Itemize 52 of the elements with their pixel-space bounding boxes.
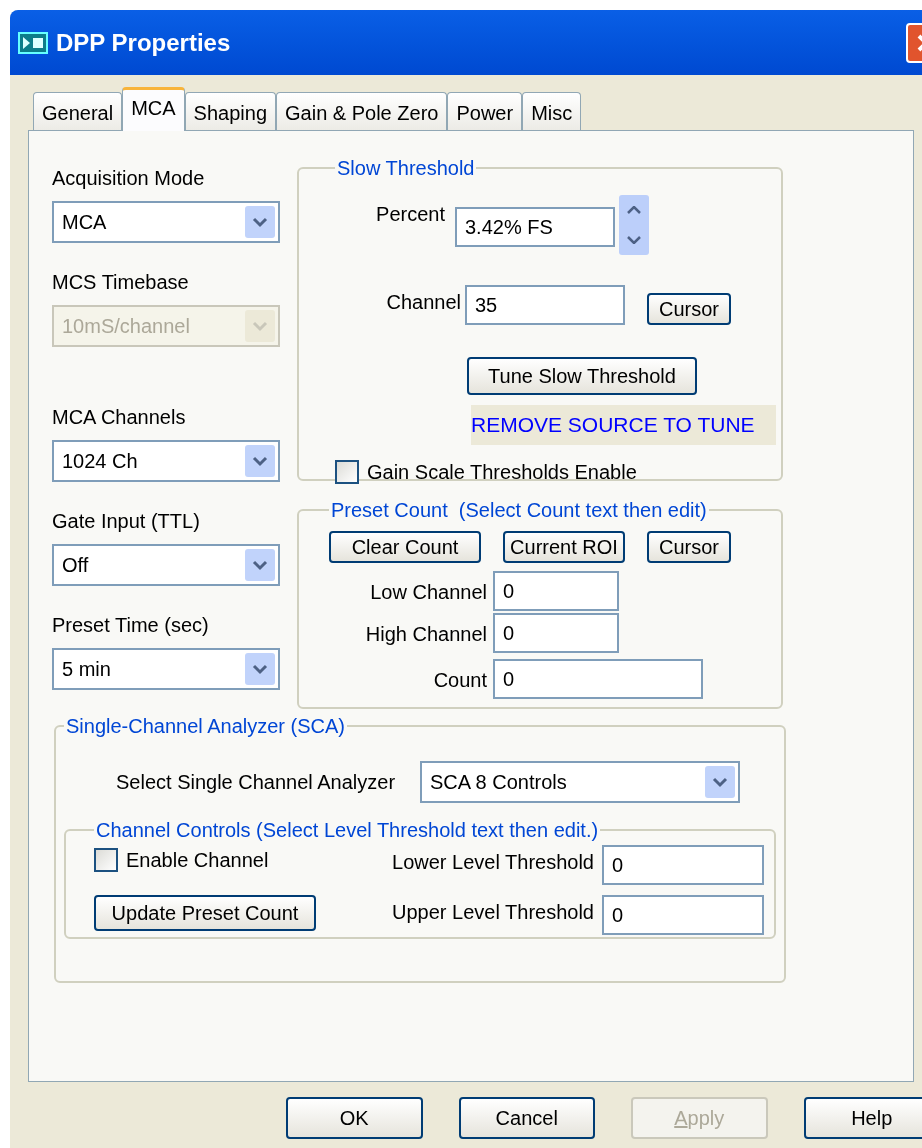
field-label: Upper Level Threshold bbox=[391, 900, 595, 925]
input-field[interactable]: 0 bbox=[493, 571, 619, 611]
clear-count-button[interactable]: Clear Count bbox=[329, 531, 481, 563]
field-label: High Channel bbox=[364, 622, 488, 647]
dropdown[interactable]: 5 min bbox=[52, 648, 280, 690]
tab[interactable]: General bbox=[33, 92, 123, 130]
dialog-button[interactable]: Cancel bbox=[458, 1097, 595, 1139]
tune-slow-threshold-button[interactable]: Tune Slow Threshold bbox=[467, 357, 697, 395]
input-field[interactable]: 35 bbox=[465, 285, 625, 325]
field-label: Percent bbox=[375, 202, 446, 227]
input-field[interactable]: 3.42% FS bbox=[455, 207, 615, 247]
field-label: Preset Time (sec) bbox=[52, 613, 210, 638]
group-title: Slow Threshold bbox=[336, 156, 476, 181]
field-label: Acquisition Mode bbox=[52, 166, 206, 191]
tab[interactable]: Shaping bbox=[184, 92, 276, 130]
checkbox[interactable] bbox=[335, 459, 359, 484]
input-field[interactable]: 0 bbox=[493, 613, 619, 653]
dialog-button[interactable]: OK bbox=[286, 1097, 423, 1139]
group-title: Single-Channel Analyzer (SCA) bbox=[65, 714, 347, 739]
cursor-button[interactable]: Cursor bbox=[647, 293, 731, 325]
update-preset-count-button[interactable]: Update Preset Count bbox=[94, 895, 316, 931]
cursor-button[interactable]: Cursor bbox=[647, 531, 731, 563]
group-title: Channel Controls (Select Level Threshold text then edit.) bbox=[95, 818, 600, 843]
field-label: Channel bbox=[385, 290, 462, 315]
tab[interactable]: Power bbox=[447, 92, 523, 130]
field-label: MCA Channels bbox=[52, 405, 187, 430]
field-label: Select Single Channel Analyzer bbox=[116, 770, 397, 795]
input-field[interactable]: 0 bbox=[602, 845, 764, 885]
status-message: REMOVE SOURCE TO TUNE bbox=[471, 405, 776, 445]
dropdown[interactable]: SCA 8 Controls bbox=[420, 761, 740, 803]
group-title: Preset Count (Select Count text then edit) bbox=[330, 498, 708, 523]
spinner[interactable] bbox=[619, 195, 649, 255]
tab[interactable]: Misc bbox=[522, 92, 582, 130]
dropdown[interactable]: Off bbox=[52, 544, 280, 586]
window-title: DPP Properties bbox=[56, 27, 231, 58]
dropdown[interactable]: 1024 Ch bbox=[52, 440, 280, 482]
checkbox[interactable] bbox=[94, 848, 118, 872]
dialog-button[interactable]: Help bbox=[803, 1097, 922, 1139]
input-field[interactable]: 0 bbox=[493, 659, 703, 699]
app-icon bbox=[18, 31, 48, 54]
dropdown[interactable]: MCA bbox=[52, 201, 280, 243]
checkbox-label: Enable Channel bbox=[126, 848, 269, 873]
field-label: Gate Input (TTL) bbox=[52, 509, 201, 534]
field-label: Count bbox=[432, 668, 488, 693]
current-roi-button[interactable]: Current ROI bbox=[503, 531, 625, 563]
tab[interactable]: Gain & Pole Zero bbox=[276, 92, 448, 130]
field-label: Lower Level Threshold bbox=[391, 850, 595, 875]
checkbox-label: Gain Scale Thresholds Enable bbox=[367, 459, 637, 485]
input-field[interactable]: 0 bbox=[602, 895, 764, 935]
field-label: MCS Timebase bbox=[52, 270, 190, 295]
tab[interactable]: MCA bbox=[122, 87, 185, 131]
field-label: Low Channel bbox=[369, 580, 488, 605]
